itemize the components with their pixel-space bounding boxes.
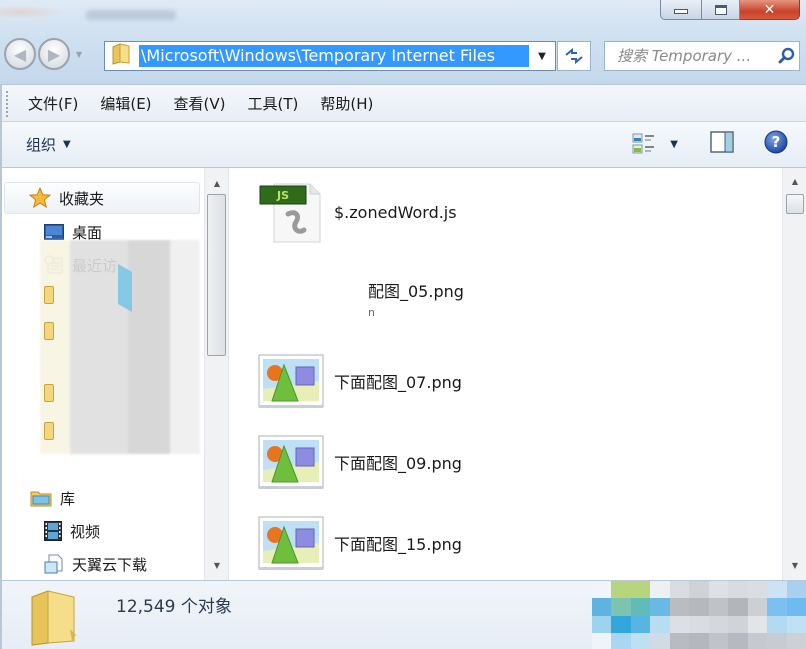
status-bar: 12,549 个对象	[0, 580, 806, 649]
file-thumbnail-placeholder: n	[368, 306, 375, 319]
organize-button[interactable]: 组织 ▼	[26, 134, 71, 155]
command-bar: 组织 ▼ ▼ ?	[0, 122, 806, 168]
navigation-pane: 收藏夹 桌面 最近访 库	[0, 168, 229, 580]
image-file-icon	[258, 435, 324, 489]
search-input[interactable]	[617, 47, 775, 65]
minimize-button[interactable]	[660, 0, 702, 20]
file-item[interactable]: JS $.zonedWord.js	[258, 180, 457, 244]
nav-libraries[interactable]: 库	[30, 486, 75, 510]
navigation-buttons: ◀ ▶ ▼	[4, 38, 86, 70]
window-title-blurred	[86, 10, 176, 20]
file-name: 下面配图_09.png	[334, 454, 462, 473]
video-library-icon	[44, 521, 62, 541]
scroll-up-arrow-icon[interactable]: ▲	[783, 170, 806, 192]
file-name: 下面配图_07.png	[334, 373, 462, 392]
folder-icon	[44, 322, 54, 340]
maximize-button[interactable]	[702, 0, 740, 20]
forward-button[interactable]: ▶	[38, 38, 70, 70]
menu-bar: 文件(F) 编辑(E) 查看(V) 工具(T) 帮助(H)	[0, 84, 806, 122]
back-button[interactable]: ◀	[4, 38, 36, 70]
maximize-icon	[714, 4, 727, 15]
file-item[interactable]: 下面配图_07.png	[258, 353, 462, 409]
close-icon: ✕	[763, 1, 776, 18]
libraries-icon	[30, 491, 52, 507]
window-title-bar: ✕ ◀ ▶ ▼ \Microsoft\Windows\Temporary Int…	[0, 0, 806, 84]
preview-pane-icon	[710, 131, 734, 153]
redacted-region-accent	[118, 263, 132, 313]
caption-buttons: ✕	[660, 0, 800, 20]
search-button[interactable]	[775, 47, 799, 65]
command-bar-right: ▼ ?	[632, 130, 788, 158]
menu-edit[interactable]: 编辑(E)	[100, 93, 151, 114]
organize-label: 组织	[26, 136, 57, 154]
close-button[interactable]: ✕	[740, 0, 800, 20]
chevron-down-icon: ▼	[63, 139, 71, 150]
image-file-icon	[258, 354, 324, 408]
file-list: JS $.zonedWord.js 配图_05.png n 下面配图_07.pn…	[230, 168, 806, 580]
change-view-button[interactable]: ▼	[632, 132, 678, 156]
svg-text:?: ?	[772, 133, 781, 151]
back-arrow-icon: ◀	[13, 44, 27, 64]
file-name: $.zonedWord.js	[334, 202, 457, 222]
folder-icon	[111, 43, 131, 69]
file-item[interactable]: 下面配图_15.png	[258, 515, 462, 571]
nav-item-label: 视频	[70, 522, 101, 541]
nav-pane-scrollbar[interactable]: ▲ ▼	[204, 168, 228, 580]
minimize-icon	[674, 9, 688, 14]
address-history-dropdown[interactable]: ▼	[529, 42, 555, 70]
window-border	[0, 84, 2, 649]
refresh-button[interactable]	[557, 41, 591, 71]
search-icon	[778, 47, 795, 64]
scroll-up-arrow-icon[interactable]: ▲	[205, 172, 229, 194]
redacted-region	[592, 581, 806, 649]
document-folder-icon	[44, 554, 63, 574]
nav-libraries-label: 库	[60, 489, 76, 508]
chevron-down-icon: ▼	[538, 50, 546, 62]
js-badge: JS	[276, 189, 289, 202]
chevron-down-icon: ▼	[670, 138, 678, 150]
address-path[interactable]: \Microsoft\Windows\Temporary Internet Fi…	[139, 45, 529, 67]
image-file-icon	[258, 516, 324, 570]
search-box[interactable]	[604, 41, 800, 71]
menu-help[interactable]: 帮助(H)	[320, 93, 373, 114]
nav-item-label: 天翼云下载	[72, 555, 148, 574]
js-file-icon: JS	[259, 183, 321, 243]
file-name: 下面配图_15.png	[334, 535, 462, 554]
nav-favorites-label: 收藏夹	[59, 189, 105, 208]
item-count: 12,549 个对象	[116, 597, 232, 617]
nav-scroll-thumb[interactable]	[207, 194, 226, 356]
scroll-down-arrow-icon[interactable]: ▼	[205, 554, 229, 576]
folder-icon	[44, 286, 54, 304]
file-name: 配图_05.png	[368, 282, 464, 301]
chevron-down-icon: ▼	[75, 49, 83, 59]
scroll-down-arrow-icon[interactable]: ▼	[783, 554, 806, 576]
file-list-scroll-thumb[interactable]	[786, 194, 804, 214]
menu-tools[interactable]: 工具(T)	[248, 93, 299, 114]
nav-item-tianyi-download[interactable]: 天翼云下载	[44, 552, 147, 576]
menu-view[interactable]: 查看(V)	[174, 93, 226, 114]
desktop-icon	[44, 224, 64, 240]
change-view-icon	[632, 133, 655, 154]
file-item[interactable]: 配图_05.png n	[368, 278, 464, 319]
star-icon	[29, 187, 51, 209]
file-list-scrollbar[interactable]: ▲ ▼	[782, 168, 806, 580]
folder-icon	[44, 422, 54, 440]
address-bar[interactable]: \Microsoft\Windows\Temporary Internet Fi…	[104, 41, 556, 71]
menu-file[interactable]: 文件(F)	[28, 93, 78, 114]
folder-icon	[30, 589, 78, 649]
folder-icon	[44, 384, 54, 402]
file-item[interactable]: 下面配图_09.png	[258, 434, 462, 490]
help-button[interactable]: ?	[764, 130, 788, 158]
help-icon: ?	[764, 130, 788, 154]
nav-favorites[interactable]: 收藏夹	[4, 182, 200, 214]
recent-pages-dropdown[interactable]: ▼	[72, 44, 86, 64]
refresh-icon	[565, 48, 583, 64]
preview-pane-button[interactable]	[710, 131, 734, 157]
nav-item-video[interactable]: 视频	[44, 519, 100, 543]
menu-grip[interactable]	[6, 91, 8, 117]
forward-arrow-icon: ▶	[47, 44, 61, 64]
